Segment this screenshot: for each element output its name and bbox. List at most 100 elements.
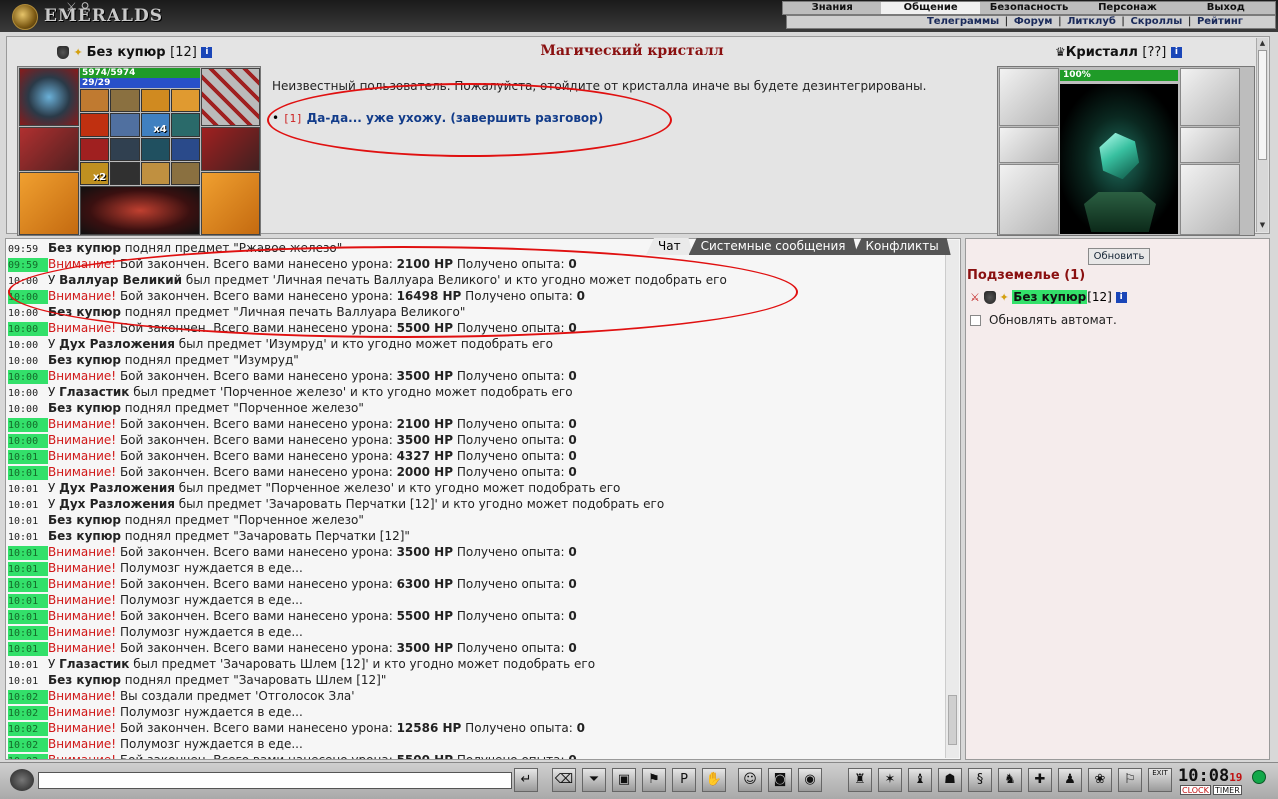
upper-scrollbar[interactable]: ▲ ▼ — [1256, 38, 1268, 232]
avatar-image[interactable] — [80, 186, 200, 235]
inv-slot[interactable] — [80, 113, 110, 137]
submenu-rating[interactable]: Рейтинг — [1197, 16, 1243, 27]
disc-icon[interactable]: ◉ — [798, 768, 822, 792]
chat-timestamp[interactable]: 10:01 — [8, 546, 48, 560]
inv-slot[interactable] — [110, 161, 140, 185]
menu-communication[interactable]: Общение — [881, 2, 980, 14]
refresh-button[interactable]: Обновить — [1088, 248, 1150, 265]
chat-timestamp[interactable]: 10:01 — [8, 514, 48, 528]
ring-slots[interactable] — [201, 68, 260, 126]
chat-timestamp[interactable]: 10:01 — [8, 578, 48, 592]
attack-icon[interactable]: ⚔ — [970, 291, 980, 304]
chat-timestamp[interactable]: 10:01 — [8, 626, 48, 640]
submenu-forum[interactable]: Форум — [1014, 16, 1053, 27]
inv-slot[interactable] — [80, 137, 110, 161]
lock-icon[interactable]: ♜ — [848, 768, 872, 792]
member-name[interactable]: Без купюр — [1012, 290, 1088, 304]
clock-button[interactable]: CLOCK — [1180, 785, 1211, 795]
scroll-up-icon[interactable]: ▲ — [1258, 39, 1267, 48]
chat-timestamp[interactable]: 10:02 — [8, 722, 48, 736]
chat-timestamp[interactable]: 10:02 — [8, 690, 48, 704]
smile-icon[interactable]: ☺ — [738, 768, 762, 792]
chat-timestamp[interactable]: 09:59 — [8, 242, 48, 256]
pl-icon[interactable]: P — [672, 768, 696, 792]
helmet-icon[interactable]: ♞ — [998, 768, 1022, 792]
logo[interactable]: ⚔ ⚲ EMERALDS — [8, 0, 162, 30]
chat-timestamp[interactable]: 10:01 — [8, 642, 48, 656]
chat-scrollbar[interactable] — [945, 240, 959, 758]
inv-slot[interactable] — [80, 89, 110, 113]
submenu-scrolls[interactable]: Скроллы — [1130, 16, 1182, 27]
inv-slot[interactable] — [170, 137, 200, 161]
clan-shield-icon[interactable] — [983, 291, 996, 304]
chat-timestamp[interactable]: 10:00 — [8, 434, 48, 448]
gloves-slot[interactable] — [201, 127, 260, 171]
bracer-slot[interactable] — [19, 127, 79, 171]
clan-shield-icon[interactable] — [57, 46, 69, 59]
running-man-icon[interactable]: ⚑ — [642, 768, 666, 792]
inv-slot[interactable] — [110, 89, 140, 113]
tab-conflicts[interactable]: Конфликты — [854, 238, 951, 255]
flag-icon[interactable]: ⚐ — [1118, 768, 1142, 792]
save-icon[interactable]: ▣ — [612, 768, 636, 792]
chat-timestamp[interactable]: 10:01 — [8, 498, 48, 512]
chat-timestamp[interactable]: 10:01 — [8, 466, 48, 480]
people-icon[interactable]: ♟ — [1058, 768, 1082, 792]
inv-slot[interactable]: x2 — [80, 161, 110, 185]
submenu-litclub[interactable]: Литклуб — [1067, 16, 1116, 27]
hand-icon[interactable]: ✋ — [702, 768, 726, 792]
inv-slot[interactable] — [170, 113, 200, 137]
chat-timestamp[interactable]: 10:00 — [8, 418, 48, 432]
chat-timestamp[interactable]: 10:00 — [8, 290, 48, 304]
tab-chat[interactable]: Чат — [646, 238, 693, 255]
send-icon[interactable]: ↵ — [514, 768, 538, 792]
dungeon-member[interactable]: ⚔ ✦ Без купюр[12] i — [970, 290, 1127, 304]
inv-slot[interactable]: x4 — [140, 113, 170, 137]
chat-timestamp[interactable]: 10:01 — [8, 450, 48, 464]
chat-timestamp[interactable]: 09:59 — [8, 258, 48, 272]
menu-character[interactable]: Персонаж — [1078, 2, 1176, 14]
sword-left-slot[interactable] — [19, 172, 79, 235]
cross-icon[interactable]: ✚ — [1028, 768, 1052, 792]
chat-timestamp[interactable]: 10:00 — [8, 402, 48, 416]
chat-timestamp[interactable]: 10:01 — [8, 674, 48, 688]
chat-timestamp[interactable]: 10:00 — [8, 370, 48, 384]
chat-timestamp[interactable]: 10:01 — [8, 562, 48, 576]
scroll-icon[interactable]: § — [968, 768, 992, 792]
chat-input[interactable] — [38, 772, 512, 789]
chat-bubble-icon[interactable] — [10, 769, 34, 791]
chat-timestamp[interactable]: 10:02 — [8, 706, 48, 720]
chat-timestamp[interactable]: 10:01 — [8, 482, 48, 496]
sword-right-slot[interactable] — [201, 172, 260, 235]
npc-info-icon[interactable]: i — [1170, 47, 1182, 58]
chat-timestamp[interactable]: 10:00 — [8, 338, 48, 352]
inv-slot[interactable] — [140, 137, 170, 161]
timer-button[interactable]: TIMER — [1213, 785, 1242, 795]
filter-icon[interactable]: ⏷ — [582, 768, 606, 792]
exit-icon[interactable]: EXIT — [1148, 768, 1172, 792]
chat-timestamp[interactable]: 10:01 — [8, 610, 48, 624]
submenu-telegrams[interactable]: Телеграммы — [927, 16, 999, 27]
bag-icon[interactable]: ♝ — [908, 768, 932, 792]
inv-slot[interactable] — [140, 89, 170, 113]
spell-icon[interactable]: ✶ — [878, 768, 902, 792]
inv-slot[interactable] — [110, 113, 140, 137]
member-info-icon[interactable]: i — [1115, 292, 1127, 303]
chat-timestamp[interactable]: 10:00 — [8, 386, 48, 400]
scroll-thumb[interactable] — [1258, 50, 1267, 160]
chat-timestamp[interactable]: 10:01 — [8, 530, 48, 544]
paw-icon[interactable]: ❀ — [1088, 768, 1112, 792]
inv-slot[interactable] — [170, 161, 200, 185]
npc-name[interactable]: Кристалл — [1066, 45, 1138, 60]
menu-exit[interactable]: Выход — [1177, 2, 1275, 14]
inv-slot[interactable] — [170, 89, 200, 113]
inv-slot[interactable] — [110, 137, 140, 161]
auto-refresh-checkbox[interactable] — [970, 315, 981, 326]
menu-security[interactable]: Безопасность — [980, 2, 1078, 14]
inv-slot[interactable] — [140, 161, 170, 185]
chat-timestamp[interactable]: 10:00 — [8, 354, 48, 368]
menu-knowledge[interactable]: Знания — [783, 2, 881, 14]
scroll-down-icon[interactable]: ▼ — [1258, 221, 1267, 230]
camera-icon[interactable]: ◙ — [768, 768, 792, 792]
chat-timestamp[interactable]: 10:01 — [8, 594, 48, 608]
